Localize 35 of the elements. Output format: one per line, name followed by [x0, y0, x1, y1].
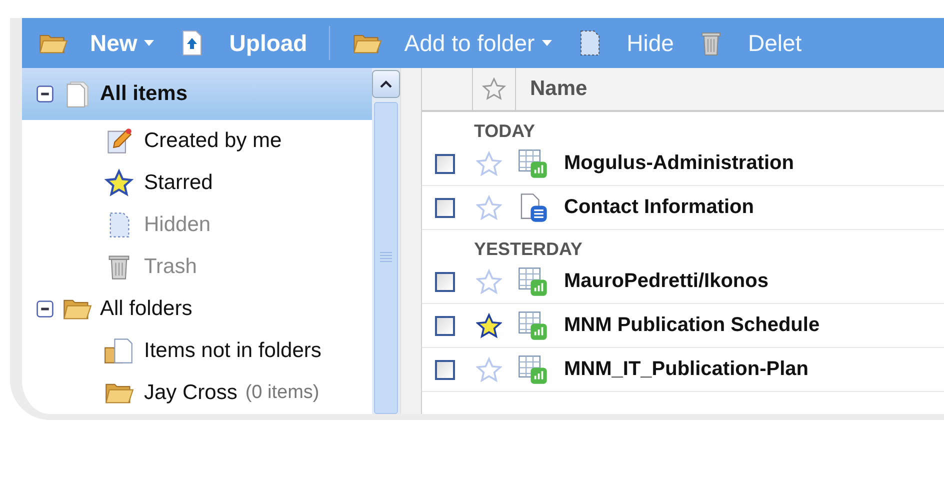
sidebar-item[interactable]: Created by me	[22, 120, 372, 162]
star-outline-icon[interactable]	[476, 150, 502, 176]
sidebar-item[interactable]: All folders	[22, 288, 372, 330]
column-header[interactable]: Name	[516, 77, 588, 101]
group-label: TODAY	[473, 120, 536, 142]
sidebar-item[interactable]: Hidden	[22, 204, 372, 246]
scrollbar[interactable]	[372, 68, 400, 414]
star-icon[interactable]	[476, 312, 502, 338]
checkbox[interactable]	[435, 272, 455, 292]
chevron-up-icon	[380, 80, 392, 88]
checkbox[interactable]	[435, 316, 455, 336]
star-outline-icon[interactable]	[476, 356, 502, 382]
folder-page-icon	[104, 337, 134, 365]
file-name[interactable]: Mogulus-Administration	[564, 152, 794, 175]
checkbox[interactable]	[435, 198, 455, 218]
collapse-icon[interactable]	[36, 85, 54, 103]
checkbox[interactable]	[435, 360, 455, 380]
sidebar-item[interactable]: Trash	[22, 246, 372, 288]
sidebar-item[interactable]: All items	[22, 68, 372, 120]
file-name[interactable]: Contact Information	[564, 196, 754, 219]
scroll-thumb[interactable]	[374, 102, 398, 414]
star-outline-icon[interactable]	[476, 194, 502, 220]
star-outline-icon[interactable]	[476, 268, 502, 294]
sidebar-item[interactable]: Items not in folders	[22, 330, 372, 372]
star-outline-icon	[482, 77, 506, 101]
group-label: YESTERDAY	[473, 238, 584, 260]
file-name[interactable]: MauroPedretti/Ikonos	[564, 270, 768, 293]
star-icon	[104, 169, 134, 197]
scroll-up-button[interactable]	[372, 70, 400, 98]
sidebar-item[interactable]: Jay Cross (0 items)	[22, 372, 372, 414]
file-name[interactable]: MNM Publication Schedule	[564, 314, 820, 337]
collapse-icon[interactable]	[36, 300, 54, 318]
file-name[interactable]: MNM_IT_Publication-Plan	[564, 358, 808, 381]
sidebar-item[interactable]: Starred	[22, 162, 372, 204]
checkbox[interactable]	[435, 154, 455, 174]
